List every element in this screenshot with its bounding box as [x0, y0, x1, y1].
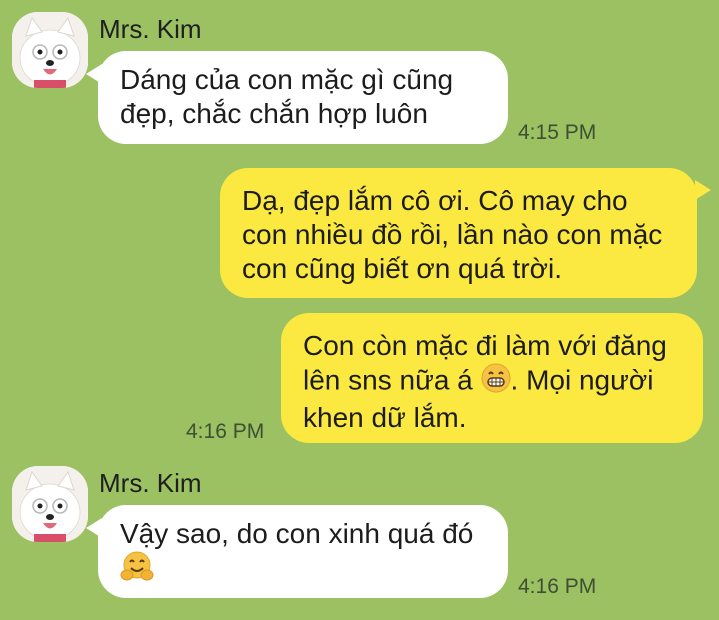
message-text-line: Dạ, đẹp lắm cô ơi. Cô may cho: [242, 185, 628, 216]
sender-name: Mrs. Kim: [99, 14, 202, 44]
message-text-line: Con còn mặc đi làm với đăng: [303, 329, 681, 363]
message-emoji-line: [120, 551, 486, 591]
message-text: khen dữ lắm.: [303, 402, 467, 433]
chat-window: Mrs. Kim Dáng của con mặc gì cũng đẹp, c…: [0, 0, 719, 620]
message-bubble-outgoing[interactable]: Con còn mặc đi làm với đăng lên sns nữa …: [281, 313, 703, 443]
sender-name: Mrs. Kim: [99, 468, 202, 498]
message-timestamp: 4:16 PM: [518, 575, 597, 598]
message-text-line: Vậy sao, do con xinh quá đó: [120, 518, 474, 549]
avatar[interactable]: [12, 466, 88, 542]
message-bubble-outgoing[interactable]: Dạ, đẹp lắm cô ơi. Cô may cho con nhiều …: [220, 168, 697, 298]
message-text: Con còn mặc đi làm với đăng: [303, 330, 667, 361]
message-text-line: đẹp, chắc chắn hợp luôn: [120, 98, 428, 129]
message-text: lên sns nữa á: [303, 364, 473, 396]
samoyed-dog-avatar-icon: [12, 466, 88, 542]
message-bubble-incoming[interactable]: Dáng của con mặc gì cũng đẹp, chắc chắn …: [98, 51, 508, 144]
message-text: . Mọi người: [510, 364, 654, 396]
hugging-face-emoji-icon: [120, 551, 154, 591]
message-timestamp: 4:16 PM: [186, 420, 265, 443]
message-text-line: con cũng biết ơn quá trời.: [242, 253, 563, 284]
grinning-face-emoji-icon: [481, 363, 511, 401]
message-text-line: con nhiều đồ rồi, lần nào con mặc: [242, 219, 663, 250]
message-bubble-incoming[interactable]: Vậy sao, do con xinh quá đó: [98, 505, 508, 598]
message-text-line: khen dữ lắm.: [303, 401, 681, 435]
samoyed-dog-avatar-icon: [12, 12, 88, 88]
message-text-line: lên sns nữa á . Mọi người: [303, 363, 681, 401]
avatar[interactable]: [12, 12, 88, 88]
bubble-tail: [695, 180, 711, 200]
message-text-line: Dáng của con mặc gì cũng: [120, 64, 454, 95]
message-timestamp: 4:15 PM: [518, 121, 597, 144]
